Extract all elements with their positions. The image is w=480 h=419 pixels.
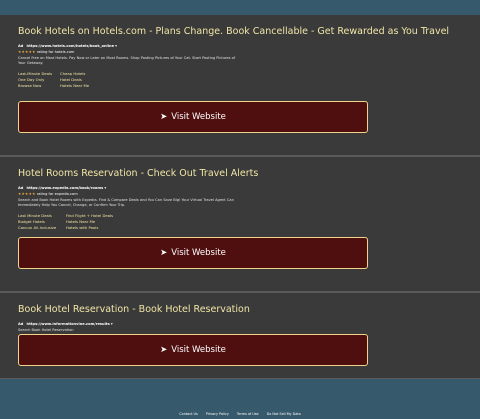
footer-link-terms[interactable]: Terms of Use bbox=[237, 412, 259, 416]
sitelinks: Last-Minute Deals Cheap Hotels One Day O… bbox=[18, 71, 462, 89]
rating-text: rating for expedia.com bbox=[36, 192, 78, 196]
sitelink[interactable]: Browse Now bbox=[18, 83, 60, 89]
star-rating-icon: ★★★★★ bbox=[18, 192, 36, 196]
footer-link-contact[interactable]: Contact Us bbox=[179, 412, 198, 416]
ad-description: Search and Book Hotel Rooms with Expedia… bbox=[18, 198, 234, 207]
arrow-right-icon: ➤ bbox=[160, 345, 168, 355]
visit-website-button[interactable]: ➤ Visit Website bbox=[18, 334, 368, 366]
visit-website-label: Visit Website bbox=[171, 112, 226, 122]
ad-description: Search Book Hotel Reservation bbox=[18, 328, 74, 332]
ad-badge: Ad bbox=[18, 186, 24, 190]
ad-display-url[interactable]: https://www.informationvine.com/results bbox=[27, 322, 110, 326]
ad-description: Cancel Free on Most Hotels. Pay Now or L… bbox=[18, 56, 236, 65]
sitelink[interactable]: Cancun All-Inclusive bbox=[18, 225, 66, 231]
ad-list: Book Hotels on Hotels.com - Plans Change… bbox=[0, 15, 480, 379]
footer-link-privacy[interactable]: Privacy Policy bbox=[206, 412, 229, 416]
visit-website-label: Visit Website bbox=[171, 345, 226, 355]
ad-card: Hotel Rooms Reservation - Check Out Trav… bbox=[0, 156, 480, 292]
ad-url-line: Ad https://www.informationvine.com/resul… bbox=[18, 321, 462, 327]
ad-card: Book Hotel Reservation - Book Hotel Rese… bbox=[0, 292, 480, 379]
arrow-right-icon: ➤ bbox=[160, 112, 168, 122]
rating-line: ★★★★★ rating for hotels.com bbox=[18, 49, 462, 55]
ad-title-link[interactable]: Hotel Rooms Reservation - Check Out Trav… bbox=[18, 167, 462, 181]
rating-text: rating for hotels.com bbox=[36, 50, 75, 54]
ad-title-link[interactable]: Book Hotels on Hotels.com - Plans Change… bbox=[18, 25, 462, 39]
chevron-down-icon[interactable]: ▾ bbox=[115, 44, 117, 48]
rating-line: ★★★★★ rating for expedia.com bbox=[18, 191, 462, 197]
sitelink[interactable]: Hotels Near Me bbox=[60, 83, 120, 89]
sitelinks: Last Minute Deals Find Flight + Hotel De… bbox=[18, 213, 462, 231]
star-rating-icon: ★★★★★ bbox=[18, 50, 36, 54]
ad-badge: Ad bbox=[18, 44, 24, 48]
ad-card: Book Hotels on Hotels.com - Plans Change… bbox=[0, 15, 480, 156]
arrow-right-icon: ➤ bbox=[160, 248, 168, 258]
chevron-down-icon[interactable]: ▾ bbox=[104, 186, 106, 190]
footer-links: Contact Us Privacy Policy Terms of Use D… bbox=[0, 412, 480, 416]
ad-display-url[interactable]: https://www.expedia.com/book/rooms bbox=[27, 186, 104, 190]
ad-badge: Ad bbox=[18, 322, 24, 326]
footer-link-do-not-sell[interactable]: Do Not Sell My Data bbox=[267, 412, 301, 416]
ad-title-link[interactable]: Book Hotel Reservation - Book Hotel Rese… bbox=[18, 303, 462, 317]
visit-website-label: Visit Website bbox=[171, 248, 226, 258]
ad-display-url[interactable]: https://www.hotels.com/hotels/book_onlin… bbox=[27, 44, 115, 48]
visit-website-button[interactable]: ➤ Visit Website bbox=[18, 101, 368, 133]
sitelink[interactable]: Hotels with Pools bbox=[66, 225, 136, 231]
visit-website-button[interactable]: ➤ Visit Website bbox=[18, 237, 368, 269]
chevron-down-icon[interactable]: ▾ bbox=[111, 322, 113, 326]
